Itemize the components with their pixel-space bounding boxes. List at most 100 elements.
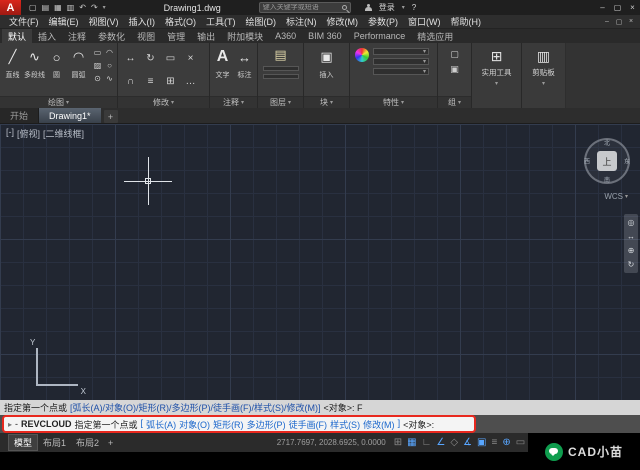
option-object[interactable]: 对象(O) — [179, 418, 210, 431]
orbit-icon[interactable]: ↻ — [628, 260, 635, 269]
layer-dropdown[interactable] — [263, 66, 299, 71]
stretch-icon[interactable]: ▭ — [161, 47, 180, 69]
more-modify-icon[interactable]: … — [181, 70, 200, 92]
visual-style-control[interactable]: [二维线框] — [43, 127, 84, 140]
offset-icon[interactable]: ≡ — [141, 70, 160, 92]
ribbon-tab-addins[interactable]: 附加模块 — [221, 29, 269, 43]
plot-icon[interactable]: ▥ — [67, 3, 75, 12]
modify-panel-label[interactable]: 修改 ▾ — [118, 96, 209, 108]
group-icon[interactable]: ▢ — [450, 49, 459, 60]
point-icon[interactable]: ⊙ — [92, 74, 103, 86]
line-button[interactable]: ╱ 直线 — [2, 45, 23, 86]
ribbon-tab-featured-apps[interactable]: 精选应用 — [411, 29, 459, 43]
lineweight-dropdown[interactable]: ▾ — [373, 58, 429, 65]
object-color-dropdown[interactable]: ▾ — [373, 48, 429, 55]
ellipse-icon[interactable]: ○ — [104, 61, 115, 73]
option-rectangular[interactable]: 矩形(R) — [213, 418, 244, 431]
ribbon-tab-manage[interactable]: 管理 — [161, 29, 191, 43]
menu-tools[interactable]: 工具(T) — [201, 15, 241, 28]
viewport-menu-control[interactable]: [-] — [6, 127, 14, 140]
arc-button[interactable]: ◠ 圆弧 — [68, 45, 89, 86]
doc-close-button[interactable]: × — [625, 18, 637, 26]
ribbon-tab-output[interactable]: 输出 — [191, 29, 221, 43]
doc-minimize-button[interactable]: – — [601, 18, 613, 26]
menu-help[interactable]: 帮助(H) — [446, 15, 487, 28]
command-customize-icon[interactable]: ▸ — [8, 420, 12, 429]
menu-file[interactable]: 文件(F) — [4, 15, 44, 28]
signin-chevron-down-icon[interactable]: ▾ — [402, 4, 405, 11]
viewcube-top-face[interactable]: 上 — [597, 151, 617, 171]
block-panel-label[interactable]: 块 ▾ — [304, 96, 349, 108]
dimension-button[interactable]: ↔ 标注 — [234, 45, 255, 80]
autocad-logo[interactable]: A — [0, 0, 21, 15]
option-freehand[interactable]: 徒手画(F) — [289, 418, 328, 431]
menu-parametric[interactable]: 参数(P) — [363, 15, 403, 28]
command-line-input[interactable]: ▸ - REVCLOUD 指定第一个点或 [ 弧长(A) 对象(O) 矩形(R)… — [2, 415, 476, 433]
ribbon-tab-home[interactable]: 默认 — [2, 29, 32, 43]
circle-button[interactable]: ○ 圆 — [46, 45, 67, 86]
menu-insert[interactable]: 插入(I) — [124, 15, 161, 28]
osnap-icon[interactable]: ▣ — [477, 437, 486, 448]
transparency-icon[interactable]: ▭ — [516, 437, 525, 448]
annotate-panel-label[interactable]: 注释 ▾ — [210, 96, 257, 108]
doc-restore-button[interactable]: ▢ — [613, 18, 625, 26]
ortho-icon[interactable]: ∟ — [422, 437, 432, 448]
dynamic-input-icon[interactable]: ⊕ — [502, 437, 510, 448]
new-icon[interactable]: ▢ — [29, 3, 37, 12]
menu-edit[interactable]: 编辑(E) — [44, 15, 84, 28]
properties-panel-label[interactable]: 特性 ▾ — [350, 96, 437, 108]
option-polygonal[interactable]: 多边形(P) — [247, 418, 286, 431]
option-style[interactable]: 样式(S) — [330, 418, 360, 431]
ribbon-tab-view[interactable]: 视图 — [131, 29, 161, 43]
wcs-dropdown[interactable]: WCS ▾ — [604, 192, 628, 201]
text-button[interactable]: A 文字 — [212, 45, 233, 80]
snap-icon[interactable]: ⊞ — [394, 437, 402, 448]
drawing-viewport[interactable]: [-] [俯视] [二维线框] 北 南 东 西 上 WCS ▾ ◎ ↔ ⊕ ↻ — [0, 124, 640, 400]
move-icon[interactable]: ↔ — [121, 47, 140, 69]
revision-cloud-icon[interactable]: ◠ — [104, 48, 115, 60]
lineweight-icon[interactable]: ≡ — [491, 437, 497, 448]
coordinates-display[interactable]: 2717.7697, 2028.6925, 0.0000 — [277, 438, 386, 447]
close-button[interactable]: × — [625, 3, 640, 12]
utilities-panel-button[interactable]: ⊞ 实用工具 ▾ — [472, 43, 521, 87]
zoom-icon[interactable]: ⊕ — [628, 246, 635, 255]
ungroup-icon[interactable]: ▣ — [450, 64, 459, 75]
layer-state-dropdown[interactable] — [263, 74, 299, 79]
erase-icon[interactable]: × — [181, 47, 200, 69]
color-wheel-icon[interactable] — [355, 48, 369, 62]
menu-modify[interactable]: 修改(M) — [322, 15, 364, 28]
isodraft-icon[interactable]: ◇ — [450, 437, 458, 448]
open-icon[interactable]: ▤ — [42, 3, 50, 12]
layers-panel-label[interactable]: 图层 ▾ — [258, 96, 303, 108]
new-drawing-button[interactable]: + — [104, 110, 118, 123]
undo-icon[interactable]: ↶ — [79, 3, 86, 12]
ribbon-tab-parametric[interactable]: 参数化 — [92, 29, 131, 43]
redo-icon[interactable]: ↷ — [91, 3, 98, 12]
layout-tab-layout1[interactable]: 布局1 — [38, 435, 71, 450]
minimize-button[interactable]: – — [595, 3, 610, 12]
steering-wheel-icon[interactable]: ◎ — [628, 218, 635, 227]
ribbon-tab-performance[interactable]: Performance — [348, 29, 412, 43]
menu-format[interactable]: 格式(O) — [160, 15, 201, 28]
groups-panel-label[interactable]: 组 ▾ — [438, 96, 471, 108]
view-control[interactable]: [俯视] — [17, 127, 40, 140]
linetype-dropdown[interactable]: ▾ — [373, 68, 429, 75]
ribbon-tab-a360[interactable]: A360 — [269, 29, 302, 43]
option-modify[interactable]: 修改(M) — [363, 418, 395, 431]
menu-window[interactable]: 窗口(W) — [403, 15, 446, 28]
insert-block-button[interactable]: ▣ 插入 — [315, 45, 338, 80]
ribbon-tab-insert[interactable]: 插入 — [32, 29, 62, 43]
option-arc-length[interactable]: 弧长(A) — [146, 418, 176, 431]
layer-properties-icon[interactable]: ▤ — [274, 47, 286, 63]
draw-panel-label[interactable]: 绘图 ▾ — [0, 96, 117, 108]
new-layout-button[interactable]: + — [104, 437, 117, 449]
file-tab-start[interactable]: 开始 — [0, 108, 39, 123]
signin-button[interactable]: 登录 — [379, 2, 395, 13]
rectangle-icon[interactable]: ▭ — [92, 48, 103, 60]
pan-icon[interactable]: ↔ — [627, 232, 635, 241]
osnap-tracking-icon[interactable]: ∡ — [463, 437, 472, 448]
ribbon-tab-bim360[interactable]: BIM 360 — [302, 29, 348, 43]
trim-icon[interactable]: ∩ — [121, 70, 140, 92]
search-input[interactable] — [263, 4, 339, 11]
polyline-button[interactable]: ∿ 多段线 — [24, 45, 45, 86]
